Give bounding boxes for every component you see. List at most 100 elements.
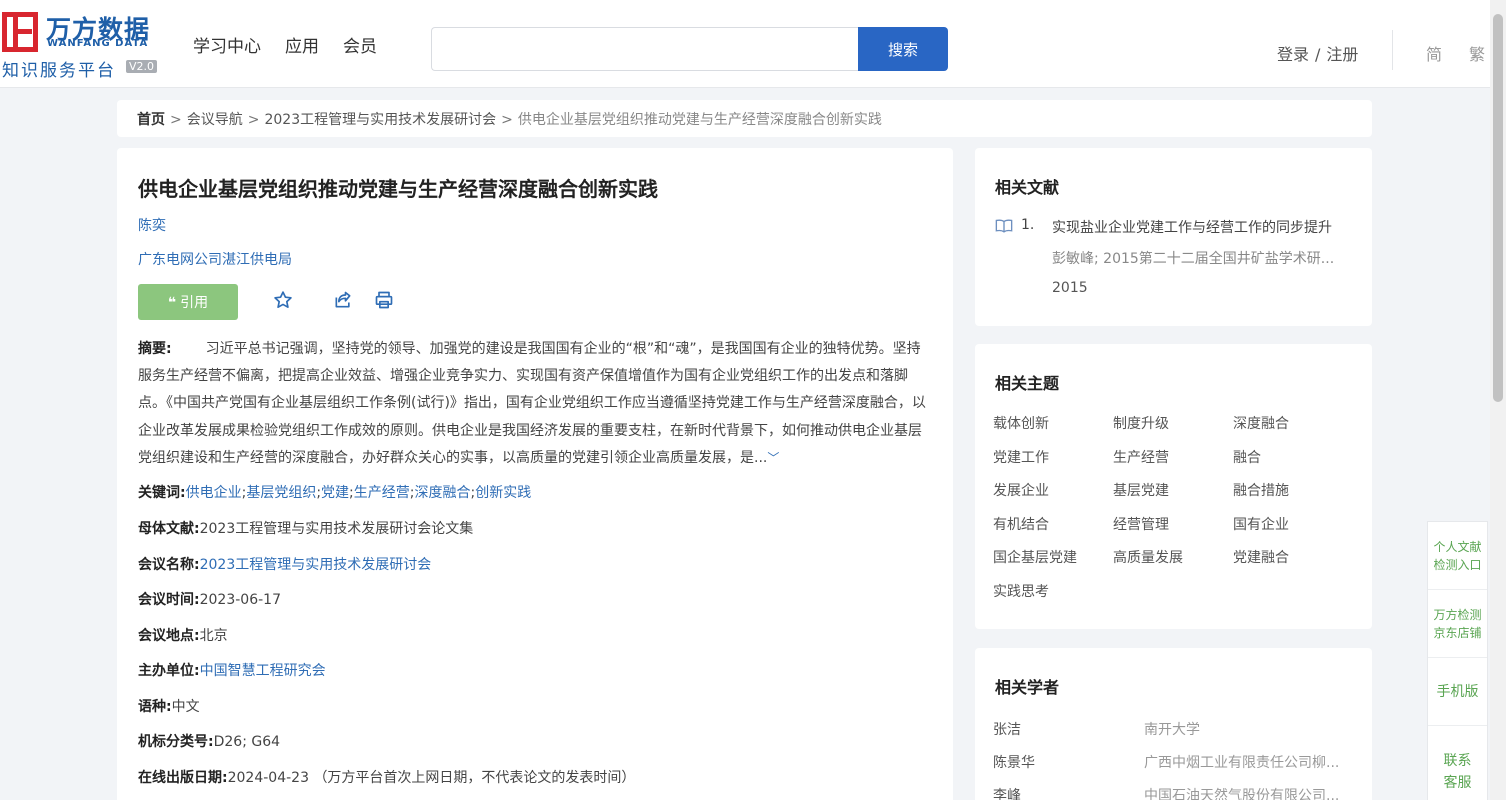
account-links: 登录 / 注册 <box>1277 41 1358 65</box>
mobile-version-link[interactable]: 手机版 <box>1428 658 1487 726</box>
logo-mark-icon <box>2 12 38 52</box>
topic-link[interactable]: 基层党建 <box>1113 482 1233 501</box>
quote-icon: ❝ <box>167 295 177 311</box>
topic-link[interactable]: 融合 <box>1233 449 1353 468</box>
topic-link[interactable]: 国企基层党建 <box>993 549 1113 568</box>
rail-label: 手机版 <box>1436 683 1479 700</box>
keyword-link[interactable]: 供电企业 <box>186 485 242 501</box>
favorite-star-icon[interactable] <box>273 290 295 312</box>
nav-item-apps[interactable]: 应用 <box>285 32 319 57</box>
topic-link[interactable]: 制度升级 <box>1113 415 1233 434</box>
scholar-org: 中国石油天然气股份有限公司... <box>1144 788 1340 800</box>
topic-link[interactable]: 深度融合 <box>1233 415 1353 434</box>
login-link[interactable]: 登录 <box>1277 45 1309 64</box>
related-literature-card: 相关文献 1. 实现盐业企业党建工作与经营工作的同步提升 彭敏峰; 2015第二… <box>975 148 1372 326</box>
search-bar: 搜索 <box>431 27 948 71</box>
topic-link[interactable]: 载体创新 <box>993 415 1113 434</box>
conference-name-link[interactable]: 2023工程管理与实用技术发展研讨会 <box>200 557 432 573</box>
topic-link[interactable]: 生产经营 <box>1113 449 1233 468</box>
rail-label: 联系 <box>1443 753 1472 769</box>
scrollbar-thumb[interactable] <box>1493 14 1503 402</box>
topic-link[interactable]: 高质量发展 <box>1113 549 1233 568</box>
breadcrumb-home[interactable]: 首页 <box>137 112 165 128</box>
conference-place-row: 会议地点:北京 <box>138 625 228 645</box>
wanfang-logo[interactable]: 万方数据 WANFANG DATA 知识服务平台 V2.0 <box>0 8 160 81</box>
rail-label: 万方检测 <box>1433 607 1482 622</box>
plagiarism-check-entry[interactable]: 个人文献 检测入口 <box>1428 522 1487 590</box>
nav-item-member[interactable]: 会员 <box>343 32 377 57</box>
classification-row: 机标分类号:D26; G64 <box>138 731 280 751</box>
main-nav: 学习中心 应用 会员 <box>193 32 377 57</box>
scholar-name-link[interactable]: 陈景华 <box>993 752 1035 772</box>
breadcrumb-conference[interactable]: 2023工程管理与实用技术发展研讨会 <box>264 112 496 128</box>
classification-label: 机标分类号: <box>138 734 214 750</box>
host-row: 主办单位:中国智慧工程研究会 <box>138 660 326 680</box>
breadcrumb-separator: > <box>247 112 260 128</box>
breadcrumb-separator: > <box>170 112 182 128</box>
related-topics-title: 相关主题 <box>995 374 1060 393</box>
paper-title: 供电企业基层党组织推动党建与生产经营深度融合创新实践 <box>138 177 658 201</box>
related-scholars-card: 相关学者 张洁 南开大学 陈景华 广西中烟工业有限责任公司柳... 李峰 中国石… <box>975 648 1372 800</box>
topic-link[interactable]: 党建工作 <box>993 449 1113 468</box>
rail-label: 个人文献 <box>1433 539 1482 554</box>
lang-simplified[interactable]: 简 <box>1426 41 1442 65</box>
topic-link[interactable]: 有机结合 <box>993 516 1113 535</box>
topic-link[interactable]: 融合措施 <box>1233 482 1353 501</box>
page-scrollbar[interactable] <box>1490 0 1506 800</box>
cite-label: 引用 <box>180 295 209 311</box>
keyword-link[interactable]: 党建 <box>321 485 349 501</box>
scholar-name-link[interactable]: 李峰 <box>993 785 1021 800</box>
topic-link[interactable]: 党建融合 <box>1233 549 1353 568</box>
conference-time-row: 会议时间:2023-06-17 <box>138 589 281 609</box>
language-row: 语种:中文 <box>138 696 200 716</box>
related-literature-title: 相关文献 <box>995 178 1060 197</box>
print-icon[interactable] <box>374 290 396 312</box>
paper-author[interactable]: 陈奕 <box>138 215 166 235</box>
cite-button[interactable]: ❝ 引用 <box>138 284 238 320</box>
rail-label: 客服 <box>1443 775 1472 791</box>
language-value: 中文 <box>171 699 200 715</box>
nav-item-learning[interactable]: 学习中心 <box>193 32 261 57</box>
expand-chevron-icon[interactable]: ﹀ <box>767 451 779 465</box>
conference-time-label: 会议时间: <box>138 592 200 608</box>
online-date-note: （万方平台首次上网日期，不代表论文的发表时间） <box>313 770 636 786</box>
literature-title-link[interactable]: 实现盐业企业党建工作与经营工作的同步提升 <box>1052 217 1332 237</box>
topic-link[interactable]: 实践思考 <box>993 583 1113 602</box>
topic-link[interactable]: 经营管理 <box>1113 516 1233 535</box>
keyword-link[interactable]: 深度融合 <box>414 485 470 501</box>
literature-index: 1. <box>1021 217 1035 233</box>
logo-subtitle: 知识服务平台 <box>2 61 116 81</box>
host-link[interactable]: 中国智慧工程研究会 <box>200 663 326 679</box>
scholar-org: 广西中烟工业有限责任公司柳... <box>1144 755 1340 771</box>
breadcrumb-conference-nav[interactable]: 会议导航 <box>187 112 243 128</box>
share-icon[interactable] <box>333 290 355 312</box>
scholar-org: 南开大学 <box>1144 722 1200 738</box>
topic-link[interactable]: 国有企业 <box>1233 516 1353 535</box>
lang-traditional[interactable]: 繁 <box>1469 41 1485 65</box>
literature-meta: 彭敏峰; 2015第二十二届全国井矿盐学术研... <box>1052 251 1335 267</box>
abstract-text: 习近平总书记强调，坚持党的领导、加强党的建设是我国国有企业的“根”和“魂”，是我… <box>138 341 926 466</box>
search-input[interactable] <box>431 27 861 71</box>
literature-year: 2015 <box>1052 280 1088 296</box>
keyword-link[interactable]: 生产经营 <box>354 485 410 501</box>
abstract-label: 摘要: <box>138 341 172 357</box>
jd-store-link[interactable]: 万方检测 京东店铺 <box>1428 590 1487 658</box>
register-link[interactable]: 注册 <box>1326 45 1358 64</box>
keywords-label: 关键词: <box>138 485 186 501</box>
customer-service-link[interactable]: 联系 客服 <box>1428 726 1487 800</box>
scholar-name-link[interactable]: 张洁 <box>993 719 1021 739</box>
related-topics-card: 相关主题 载体创新 制度升级 深度融合 党建工作 生产经营 融合 发展企业 基层… <box>975 344 1372 629</box>
keyword-link[interactable]: 创新实践 <box>475 485 531 501</box>
language-label: 语种: <box>138 699 172 715</box>
header-divider <box>1392 30 1393 70</box>
topic-link[interactable]: 发展企业 <box>993 482 1113 501</box>
keyword-link[interactable]: 基层党组织 <box>246 485 316 501</box>
account-separator: / <box>1315 45 1321 64</box>
search-button[interactable]: 搜索 <box>858 27 948 71</box>
conference-place-value: 北京 <box>199 628 228 644</box>
breadcrumb-current: 供电企业基层党组织推动党建与生产经营深度融合创新实践 <box>517 112 882 128</box>
paper-organization[interactable]: 广东电网公司湛江供电局 <box>138 249 292 269</box>
parent-literature-row: 母体文献:2023工程管理与实用技术发展研讨会论文集 <box>138 518 473 538</box>
conference-name-label: 会议名称: <box>138 557 200 573</box>
book-icon <box>995 218 1013 234</box>
